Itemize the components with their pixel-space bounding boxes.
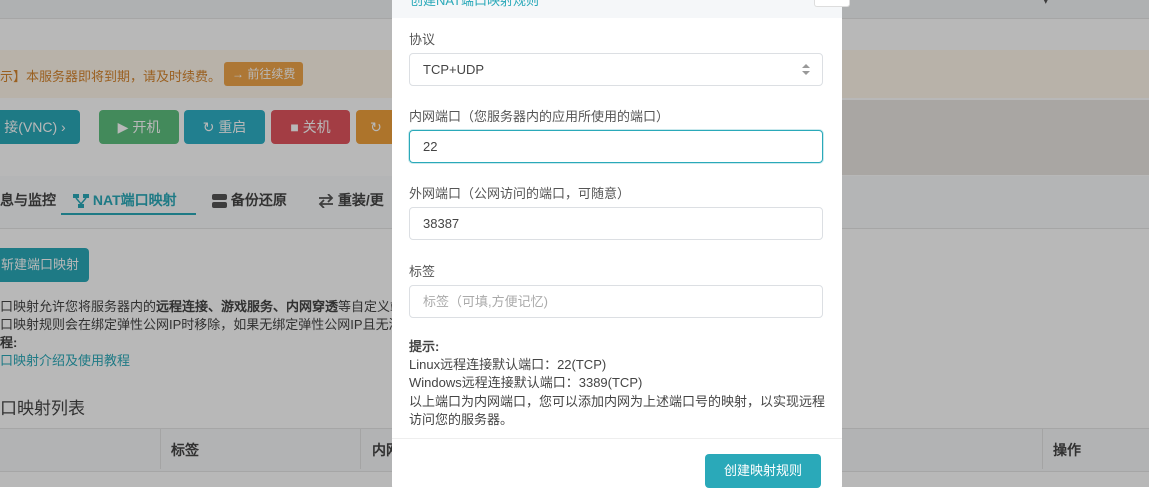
select-arrows-icon (802, 63, 810, 77)
protocol-label: 协议 (409, 32, 436, 47)
tag-input[interactable]: 标签（可填,方便记忆) (409, 285, 823, 318)
protocol-value: TCP+UDP (423, 62, 485, 77)
tip-line-3: 以上端口为内网端口，您可以添加内网为上述端口号的映射，以实现远程 (409, 394, 826, 409)
tip-line-1: Linux远程连接默认端口：22(TCP) (409, 357, 607, 372)
close-button[interactable] (814, 0, 850, 7)
create-nat-modal: 创建NAT端口映射规则 协议 TCP+UDP 内网端口（您服务器内的应用所使用的… (392, 0, 850, 490)
inner-port-input[interactable]: 22 (409, 130, 823, 163)
outer-port-label: 外网端口（公网访问的端口，可随意） (409, 186, 631, 201)
tip-line-4: 访问您的服务器。 (409, 412, 514, 427)
outer-port-input[interactable]: 38387 (409, 207, 823, 240)
modal-header: 创建NAT端口映射规则 (392, 0, 850, 18)
tips-title: 提示: (409, 339, 440, 354)
tip-line-2: Windows远程连接默认端口：3389(TCP) (409, 375, 643, 390)
create-rule-button[interactable]: 创建映射规则 (705, 454, 821, 488)
protocol-select[interactable]: TCP+UDP (409, 53, 823, 86)
footer-divider (392, 438, 842, 439)
tag-label: 标签 (409, 264, 436, 279)
modal-title: 创建NAT端口映射规则 (410, 0, 540, 8)
inner-port-label: 内网端口（您服务器内的应用所使用的端口） (409, 109, 670, 124)
